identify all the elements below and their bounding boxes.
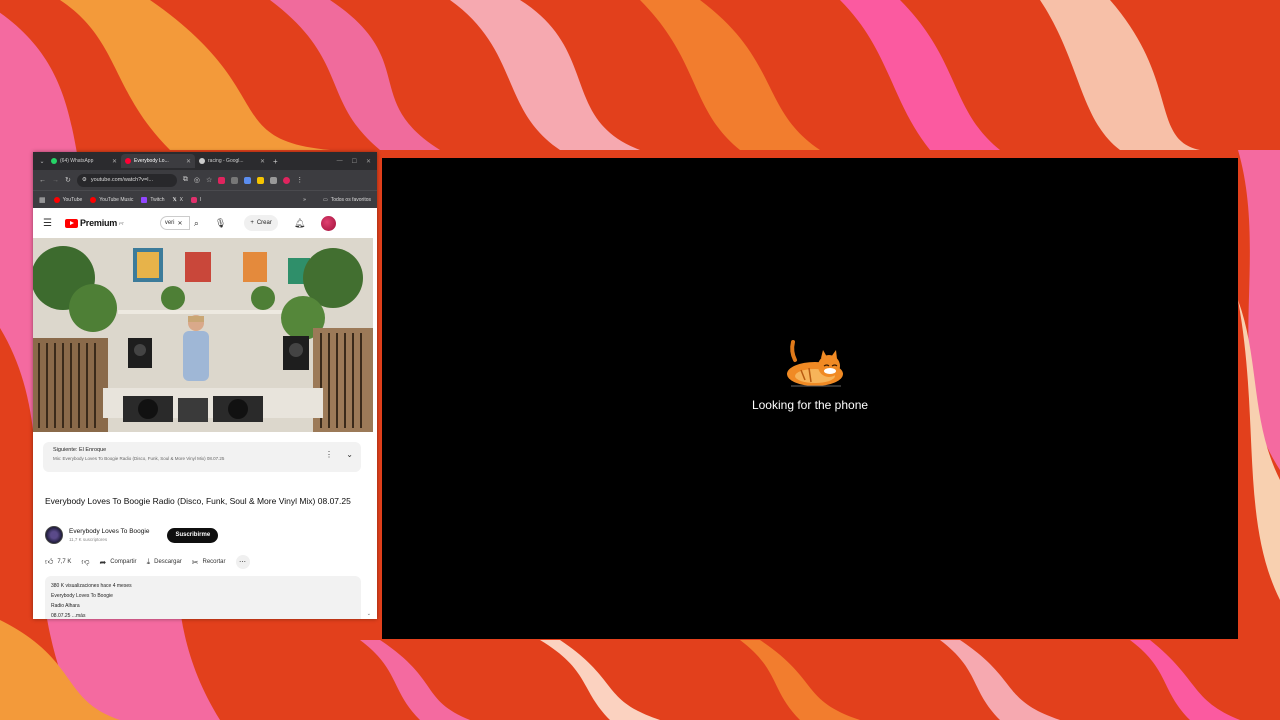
cat-icon — [787, 340, 843, 387]
tab-google[interactable]: racing - Googl... ✕ — [195, 154, 269, 168]
video-frame — [33, 238, 373, 432]
window-controls: — ☐ ✕ — [337, 158, 377, 165]
more-actions-icon[interactable]: ⋯ — [235, 555, 250, 569]
forward-icon[interactable]: → — [52, 177, 59, 184]
google-icon — [199, 158, 205, 164]
youtube-page: ☰ Premium PT veri ✕ ⌕ 🎙︎ + Crear 🔔︎ Sigu… — [33, 208, 373, 619]
minimize-icon[interactable]: — — [337, 158, 343, 165]
menu-dots-icon[interactable]: ⋮ — [296, 176, 303, 184]
browser-window: ⌄ (64) WhatsApp ✕ Everybody Lo... ✕ raci… — [33, 152, 377, 619]
up-next-panel[interactable]: Siguiente: El Enroque Mix: Everybody Lov… — [43, 442, 361, 472]
channel-name[interactable]: Everybody Loves To Boogie — [69, 528, 149, 535]
like-button[interactable]: 👍︎ 7,7 K — [45, 557, 71, 567]
hamburger-menu-icon[interactable]: ☰ — [43, 218, 59, 229]
avatar[interactable] — [321, 215, 337, 231]
address-bar[interactable]: ⚙ youtube.com/watch?v=l... — [76, 173, 177, 187]
chevron-down-icon[interactable]: ⌄ — [346, 450, 353, 459]
share-button[interactable]: ➦ Compartir — [100, 558, 137, 567]
all-bookmarks[interactable]: » ▭ Todos os favoritos — [303, 197, 371, 203]
youtube-icon — [53, 196, 60, 203]
x-logo-icon: 𝕏 — [172, 196, 177, 203]
close-tab-icon[interactable]: ✕ — [112, 158, 117, 165]
action-bar: 👍︎ 7,7 K 👎︎ ➦ Compartir ⤓ Descargar ✂ Recort… — [45, 555, 250, 569]
plus-icon: + — [250, 220, 254, 226]
close-tab-icon[interactable]: ✕ — [260, 158, 265, 165]
video-title: Everybody Loves To Boogie Radio (Disco, … — [45, 496, 351, 506]
back-icon[interactable]: ← — [39, 177, 46, 184]
extension-icon[interactable] — [244, 176, 252, 184]
phone-mirror-panel: Looking for the phone — [382, 158, 1238, 639]
tab-youtube[interactable]: Everybody Lo... ✕ — [121, 154, 195, 168]
more-options-icon[interactable]: ⋮ — [325, 450, 333, 459]
clip-button[interactable]: ✂ Recortar — [192, 558, 226, 567]
tab-strip: ⌄ (64) WhatsApp ✕ Everybody Lo... ✕ raci… — [33, 152, 377, 170]
clear-search-icon[interactable]: ✕ — [178, 220, 183, 227]
channel-avatar[interactable] — [45, 526, 63, 544]
microphone-icon[interactable]: 🎙︎ — [215, 218, 226, 229]
reload-icon[interactable]: ↻ — [65, 176, 71, 184]
apps-icon[interactable]: ▦ — [39, 196, 46, 204]
dislike-button[interactable]: 👎︎ — [81, 557, 89, 567]
phone-status-message: Looking for the phone — [751, 398, 869, 412]
bookmark-youtube[interactable]: YouTube — [53, 196, 82, 203]
puzzle-icon[interactable] — [270, 176, 278, 184]
extension-icon[interactable] — [218, 176, 226, 184]
tab-search-icon[interactable]: ⌄ — [37, 158, 47, 165]
star-icon[interactable]: ☆ — [206, 176, 212, 184]
youtube-logo[interactable]: Premium PT — [65, 218, 124, 228]
browser-toolbar: ← → ↻ ⚙ youtube.com/watch?v=l... ⧉ ◎ ☆ ⋮ — [33, 170, 377, 190]
create-button[interactable]: + Crear — [244, 215, 278, 231]
search-icon[interactable]: ⌕ — [194, 218, 199, 229]
folder-icon: ▭ — [322, 196, 328, 203]
profile-icon[interactable] — [283, 176, 291, 184]
eye-off-icon[interactable]: ◎ — [194, 176, 200, 184]
search-bar: veri ✕ ⌕ — [159, 216, 199, 230]
video-player[interactable] — [33, 238, 373, 432]
youtube-music-icon — [90, 196, 97, 203]
search-input[interactable]: veri ✕ — [159, 216, 190, 230]
bookmark-twitch[interactable]: Twitch — [141, 196, 165, 203]
download-icon: ⤓ — [146, 557, 151, 566]
twitch-icon — [141, 196, 148, 203]
site-info-icon[interactable]: ⚙ — [82, 177, 87, 183]
channel-row: Everybody Loves To Boogie 11,7 K suscrip… — [45, 526, 219, 544]
bookmark-youtube-music[interactable]: YouTube Music — [90, 196, 133, 203]
tab-whatsapp[interactable]: (64) WhatsApp ✕ — [47, 154, 121, 168]
extension-icon[interactable] — [231, 176, 239, 184]
bookmark-instagram[interactable]: I — [190, 196, 201, 203]
cast-icon[interactable]: ⧉ — [183, 176, 188, 184]
close-window-icon[interactable]: ✕ — [366, 158, 371, 165]
description-box[interactable]: 380 K visualizaciones hace 4 meses Every… — [45, 576, 361, 619]
thumbs-up-icon: 👍︎ — [45, 557, 54, 566]
share-icon: ➦ — [99, 557, 107, 567]
more-bookmarks-icon[interactable]: » — [303, 197, 306, 203]
download-button[interactable]: ⤓ Descargar — [147, 557, 182, 567]
maximize-icon[interactable]: ☐ — [352, 158, 357, 165]
close-tab-icon[interactable]: ✕ — [186, 158, 191, 165]
instagram-icon — [190, 196, 197, 203]
scroll-down-icon[interactable]: ⌄ — [367, 611, 371, 617]
whatsapp-icon — [51, 158, 57, 164]
youtube-icon — [125, 158, 131, 164]
scissors-icon: ✂ — [191, 557, 199, 567]
extension-icon[interactable] — [257, 176, 265, 184]
bookmarks-bar: ▦ YouTube YouTube Music Twitch 𝕏X I » ▭ … — [33, 190, 377, 208]
youtube-header: ☰ Premium PT veri ✕ ⌕ 🎙︎ + Crear 🔔︎ — [33, 208, 373, 238]
thumbs-down-icon: 👎︎ — [81, 557, 90, 566]
youtube-play-icon — [65, 218, 78, 228]
bookmark-x[interactable]: 𝕏X — [173, 197, 183, 203]
notifications-icon[interactable]: 🔔︎ — [294, 218, 305, 229]
subscriber-count: 11,7 K suscriptores — [69, 537, 108, 542]
new-tab-button[interactable]: + — [269, 157, 282, 166]
subscribe-button[interactable]: Suscribirme — [167, 527, 219, 543]
